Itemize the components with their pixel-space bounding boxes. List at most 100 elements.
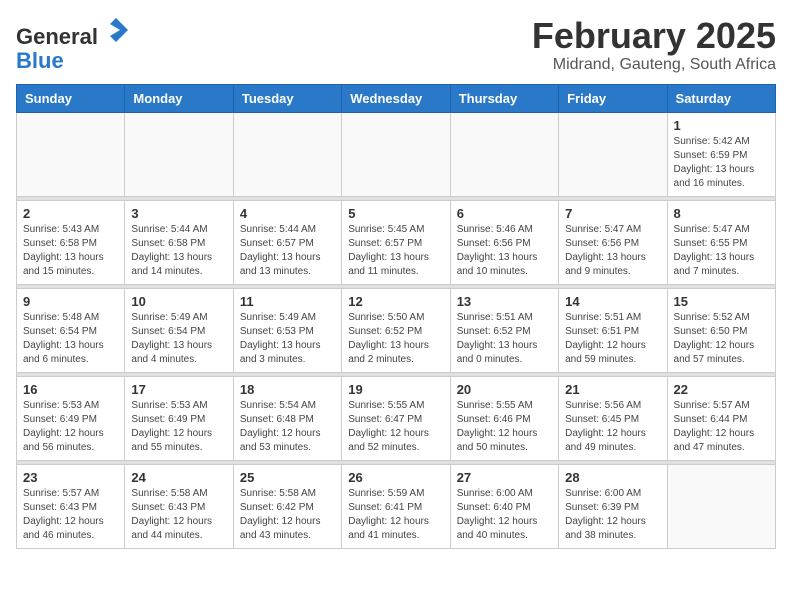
day-info: Sunrise: 5:52 AMSunset: 6:50 PMDaylight:… <box>674 311 769 367</box>
title-block: February 2025 Midrand, Gauteng, South Af… <box>532 16 776 74</box>
calendar-day-cell: 6 Sunrise: 5:46 AMSunset: 6:56 PMDaylight… <box>450 200 558 284</box>
calendar-day-cell: 21 Sunrise: 5:56 AMSunset: 6:45 PMDayligh… <box>559 376 667 460</box>
calendar-day-cell: 19 Sunrise: 5:55 AMSunset: 6:47 PMDayligh… <box>342 376 450 460</box>
calendar-day-cell: 13Sunrise: 5:51 AMSunset: 6:52 PMDayligh… <box>450 288 558 372</box>
day-info: Sunrise: 5:48 AMSunset: 6:54 PMDaylight:… <box>23 311 118 367</box>
day-info: Sunrise: 5:58 AMSunset: 6:42 PMDaylight:… <box>240 487 335 543</box>
day-info: Sunrise: 5:55 AMSunset: 6:46 PMDaylight:… <box>457 399 552 455</box>
calendar-day-cell: 3 Sunrise: 5:44 AMSunset: 6:58 PMDaylight… <box>125 200 233 284</box>
day-info: Sunrise: 5:42 AMSunset: 6:59 PMDaylight:… <box>674 135 769 191</box>
calendar-week-row: 23 Sunrise: 5:57 AMSunset: 6:43 PMDayligh… <box>17 464 776 548</box>
day-number: 23 <box>23 470 118 485</box>
day-info: Sunrise: 5:44 AMSunset: 6:57 PMDaylight:… <box>240 223 335 279</box>
calendar-week-row: 9 Sunrise: 5:48 AMSunset: 6:54 PMDaylight… <box>17 288 776 372</box>
calendar-day-cell: 26 Sunrise: 5:59 AMSunset: 6:41 PMDayligh… <box>342 464 450 548</box>
day-number: 21 <box>565 382 660 397</box>
day-info: Sunrise: 5:55 AMSunset: 6:47 PMDaylight:… <box>348 399 443 455</box>
day-info: Sunrise: 5:46 AMSunset: 6:56 PMDaylight:… <box>457 223 552 279</box>
day-info: Sunrise: 5:47 AMSunset: 6:56 PMDaylight:… <box>565 223 660 279</box>
day-info: Sunrise: 5:51 AMSunset: 6:51 PMDaylight:… <box>565 311 660 367</box>
weekday-header-sunday: Sunday <box>17 84 125 112</box>
day-number: 17 <box>131 382 226 397</box>
calendar-day-cell <box>667 464 775 548</box>
day-number: 11 <box>240 294 335 309</box>
calendar-day-cell: 1 Sunrise: 5:42 AMSunset: 6:59 PMDaylight… <box>667 112 775 196</box>
day-info: Sunrise: 5:57 AMSunset: 6:44 PMDaylight:… <box>674 399 769 455</box>
calendar-day-cell <box>17 112 125 196</box>
page-header: General Blue February 2025 Midrand, Gaut… <box>16 16 776 74</box>
calendar-day-cell: 7 Sunrise: 5:47 AMSunset: 6:56 PMDaylight… <box>559 200 667 284</box>
weekday-header-tuesday: Tuesday <box>233 84 341 112</box>
day-info: Sunrise: 5:43 AMSunset: 6:58 PMDaylight:… <box>23 223 118 279</box>
calendar-day-cell: 5 Sunrise: 5:45 AMSunset: 6:57 PMDaylight… <box>342 200 450 284</box>
calendar-day-cell: 2 Sunrise: 5:43 AMSunset: 6:58 PMDaylight… <box>17 200 125 284</box>
day-info: Sunrise: 5:45 AMSunset: 6:57 PMDaylight:… <box>348 223 443 279</box>
calendar-day-cell: 11 Sunrise: 5:49 AMSunset: 6:53 PMDayligh… <box>233 288 341 372</box>
day-info: Sunrise: 5:53 AMSunset: 6:49 PMDaylight:… <box>23 399 118 455</box>
calendar-day-cell: 9 Sunrise: 5:48 AMSunset: 6:54 PMDaylight… <box>17 288 125 372</box>
day-info: Sunrise: 5:49 AMSunset: 6:54 PMDaylight:… <box>131 311 226 367</box>
calendar-week-row: 16Sunrise: 5:53 AMSunset: 6:49 PMDayligh… <box>17 376 776 460</box>
calendar-week-row: 1 Sunrise: 5:42 AMSunset: 6:59 PMDaylight… <box>17 112 776 196</box>
calendar-day-cell <box>450 112 558 196</box>
day-number: 8 <box>674 206 769 221</box>
calendar-day-cell <box>233 112 341 196</box>
calendar-day-cell: 23 Sunrise: 5:57 AMSunset: 6:43 PMDayligh… <box>17 464 125 548</box>
day-info: Sunrise: 5:56 AMSunset: 6:45 PMDaylight:… <box>565 399 660 455</box>
calendar-day-cell: 25Sunrise: 5:58 AMSunset: 6:42 PMDayligh… <box>233 464 341 548</box>
day-info: Sunrise: 5:54 AMSunset: 6:48 PMDaylight:… <box>240 399 335 455</box>
weekday-header-saturday: Saturday <box>667 84 775 112</box>
calendar-day-cell <box>125 112 233 196</box>
day-number: 26 <box>348 470 443 485</box>
month-title: February 2025 <box>532 16 776 56</box>
day-number: 1 <box>674 118 769 133</box>
day-number: 9 <box>23 294 118 309</box>
day-info: Sunrise: 5:53 AMSunset: 6:49 PMDaylight:… <box>131 399 226 455</box>
calendar-day-cell: 14 Sunrise: 5:51 AMSunset: 6:51 PMDayligh… <box>559 288 667 372</box>
calendar-day-cell: 22 Sunrise: 5:57 AMSunset: 6:44 PMDayligh… <box>667 376 775 460</box>
day-number: 18 <box>240 382 335 397</box>
calendar-day-cell <box>342 112 450 196</box>
day-number: 5 <box>348 206 443 221</box>
calendar-day-cell: 28Sunrise: 6:00 AMSunset: 6:39 PMDayligh… <box>559 464 667 548</box>
calendar-day-cell: 4 Sunrise: 5:44 AMSunset: 6:57 PMDaylight… <box>233 200 341 284</box>
day-number: 4 <box>240 206 335 221</box>
calendar-day-cell: 24Sunrise: 5:58 AMSunset: 6:43 PMDayligh… <box>125 464 233 548</box>
day-info: Sunrise: 5:49 AMSunset: 6:53 PMDaylight:… <box>240 311 335 367</box>
day-info: Sunrise: 5:50 AMSunset: 6:52 PMDaylight:… <box>348 311 443 367</box>
weekday-header-row: SundayMondayTuesdayWednesdayThursdayFrid… <box>17 84 776 112</box>
calendar-day-cell: 16Sunrise: 5:53 AMSunset: 6:49 PMDayligh… <box>17 376 125 460</box>
day-info: Sunrise: 5:47 AMSunset: 6:55 PMDaylight:… <box>674 223 769 279</box>
calendar-day-cell: 12Sunrise: 5:50 AMSunset: 6:52 PMDayligh… <box>342 288 450 372</box>
day-info: Sunrise: 6:00 AMSunset: 6:40 PMDaylight:… <box>457 487 552 543</box>
weekday-header-thursday: Thursday <box>450 84 558 112</box>
day-number: 20 <box>457 382 552 397</box>
day-info: Sunrise: 5:57 AMSunset: 6:43 PMDaylight:… <box>23 487 118 543</box>
calendar-day-cell <box>559 112 667 196</box>
day-number: 24 <box>131 470 226 485</box>
day-number: 14 <box>565 294 660 309</box>
location-title: Midrand, Gauteng, South Africa <box>532 56 776 74</box>
calendar-day-cell: 27 Sunrise: 6:00 AMSunset: 6:40 PMDayligh… <box>450 464 558 548</box>
calendar-day-cell: 15 Sunrise: 5:52 AMSunset: 6:50 PMDayligh… <box>667 288 775 372</box>
day-info: Sunrise: 5:59 AMSunset: 6:41 PMDaylight:… <box>348 487 443 543</box>
calendar-table: SundayMondayTuesdayWednesdayThursdayFrid… <box>16 84 776 549</box>
calendar-day-cell: 20 Sunrise: 5:55 AMSunset: 6:46 PMDayligh… <box>450 376 558 460</box>
day-number: 13 <box>457 294 552 309</box>
day-number: 22 <box>674 382 769 397</box>
calendar-day-cell: 17 Sunrise: 5:53 AMSunset: 6:49 PMDayligh… <box>125 376 233 460</box>
calendar-week-row: 2 Sunrise: 5:43 AMSunset: 6:58 PMDaylight… <box>17 200 776 284</box>
calendar-day-cell: 10Sunrise: 5:49 AMSunset: 6:54 PMDayligh… <box>125 288 233 372</box>
day-info: Sunrise: 5:44 AMSunset: 6:58 PMDaylight:… <box>131 223 226 279</box>
day-number: 6 <box>457 206 552 221</box>
day-number: 19 <box>348 382 443 397</box>
day-number: 27 <box>457 470 552 485</box>
day-number: 2 <box>23 206 118 221</box>
day-number: 7 <box>565 206 660 221</box>
calendar-day-cell: 8 Sunrise: 5:47 AMSunset: 6:55 PMDaylight… <box>667 200 775 284</box>
day-number: 15 <box>674 294 769 309</box>
calendar-day-cell: 18 Sunrise: 5:54 AMSunset: 6:48 PMDayligh… <box>233 376 341 460</box>
logo-blue: Blue <box>16 48 64 73</box>
day-number: 3 <box>131 206 226 221</box>
day-number: 28 <box>565 470 660 485</box>
